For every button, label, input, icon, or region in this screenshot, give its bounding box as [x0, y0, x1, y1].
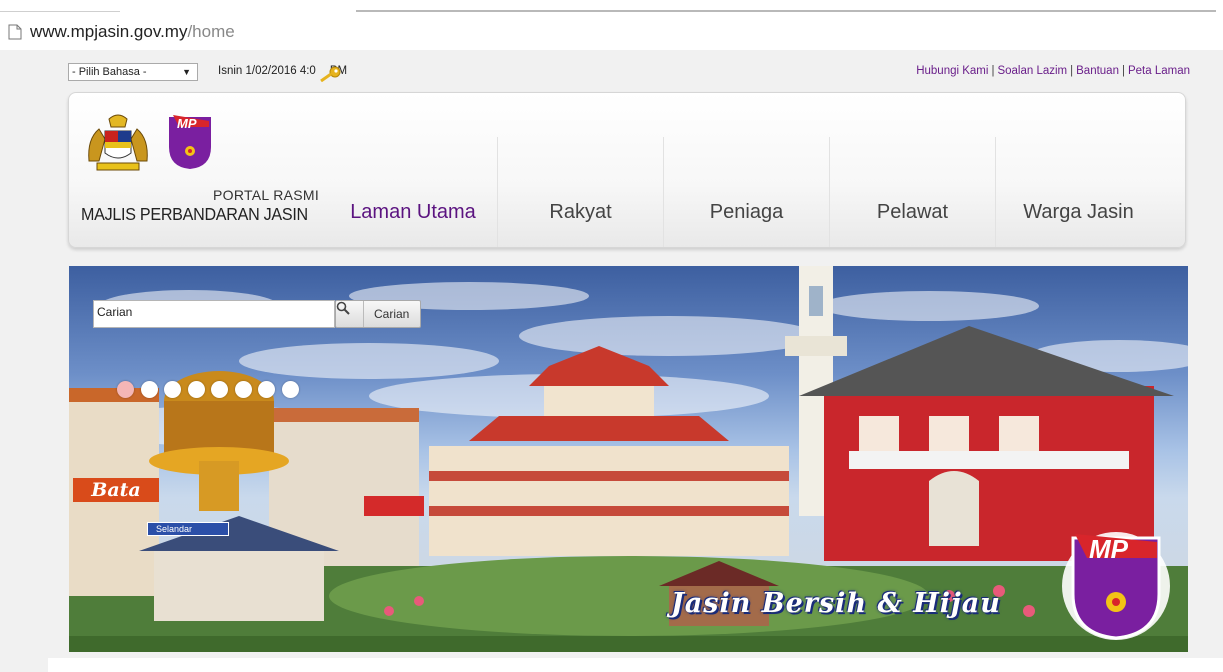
- slide-dot-1[interactable]: [117, 381, 134, 398]
- slide-dot-8[interactable]: [281, 381, 299, 398]
- url-path: /home: [187, 22, 235, 41]
- slide-dot-6[interactable]: [234, 381, 252, 398]
- search-input[interactable]: Carian: [93, 300, 335, 328]
- nav-warga-jasin[interactable]: Warga Jasin: [995, 137, 1161, 247]
- page-icon: [8, 24, 22, 40]
- svg-text:MP: MP: [1089, 534, 1129, 564]
- svg-text:MP: MP: [177, 116, 197, 131]
- sign-selandar: Selandar: [147, 522, 229, 536]
- link-peta-laman[interactable]: Peta Laman: [1128, 65, 1190, 77]
- link-soalan-lazim[interactable]: Soalan Lazim: [997, 65, 1067, 77]
- browser-tab-edge: [0, 0, 120, 12]
- slide-dot-7[interactable]: [258, 381, 275, 398]
- search-button[interactable]: Carian: [335, 300, 421, 328]
- sign-bata: Bata: [73, 478, 159, 502]
- main-nav: Laman Utama Rakyat Peniaga Pelawat Warga…: [329, 137, 1161, 247]
- url-domain: www.mpjasin.gov.my: [30, 22, 188, 41]
- search-button-label: Carian: [374, 307, 410, 321]
- crest-icon[interactable]: [83, 111, 153, 173]
- slide-indicators: [117, 381, 305, 398]
- site-header: MP PORTAL RASMI MAJLIS PERBANDARAN JASIN…: [68, 92, 1186, 248]
- nav-laman-utama[interactable]: Laman Utama: [329, 137, 497, 247]
- chevron-down-icon: ▼: [182, 67, 191, 77]
- slide-dot-2[interactable]: [140, 381, 158, 398]
- language-select[interactable]: - Pilih Bahasa - ▼: [68, 63, 198, 81]
- content-start: [48, 658, 1223, 672]
- key-icon: [318, 66, 342, 83]
- search-icon: [336, 301, 364, 327]
- slide-dot-5[interactable]: [211, 381, 228, 398]
- portal-label: PORTAL RASMI: [213, 187, 320, 203]
- url-text[interactable]: www.mpjasin.gov.my/home: [30, 22, 235, 42]
- link-bantuan[interactable]: Bantuan: [1076, 65, 1119, 77]
- language-select-value: - Pilih Bahasa -: [72, 66, 147, 78]
- nav-peniaga[interactable]: Peniaga: [663, 137, 829, 247]
- utility-links: Hubungi Kami | Soalan Lazim | Bantuan | Peta L…: [916, 65, 1190, 77]
- utility-bar: - Pilih Bahasa - ▼ Isnin 1/02/2016 4:0PM…: [68, 63, 1190, 83]
- slide-dot-3[interactable]: [164, 381, 181, 398]
- mp-logo-icon[interactable]: MP: [165, 113, 215, 171]
- council-name[interactable]: MAJLIS PERBANDARAN JASIN: [81, 204, 308, 225]
- nav-rakyat[interactable]: Rakyat: [497, 137, 663, 247]
- address-bar[interactable]: www.mpjasin.gov.my/home: [8, 18, 1218, 46]
- link-hubungi-kami[interactable]: Hubungi Kami: [916, 65, 988, 77]
- hero-banner: Bata Selandar Carian Carian Jasin Bersih…: [69, 266, 1188, 652]
- banner-slogan: Jasin Bersih & Hijau: [671, 588, 1001, 619]
- nav-pelawat[interactable]: Pelawat: [829, 137, 995, 247]
- mp-logo-icon: MP: [1059, 524, 1173, 644]
- datetime-text: Isnin 1/02/2016 4:0: [218, 65, 316, 77]
- separator: |: [991, 65, 995, 77]
- separator: |: [1121, 65, 1125, 77]
- slide-dot-4[interactable]: [187, 381, 205, 398]
- separator: |: [1070, 65, 1074, 77]
- browser-toolbar-edge: [356, 0, 1216, 12]
